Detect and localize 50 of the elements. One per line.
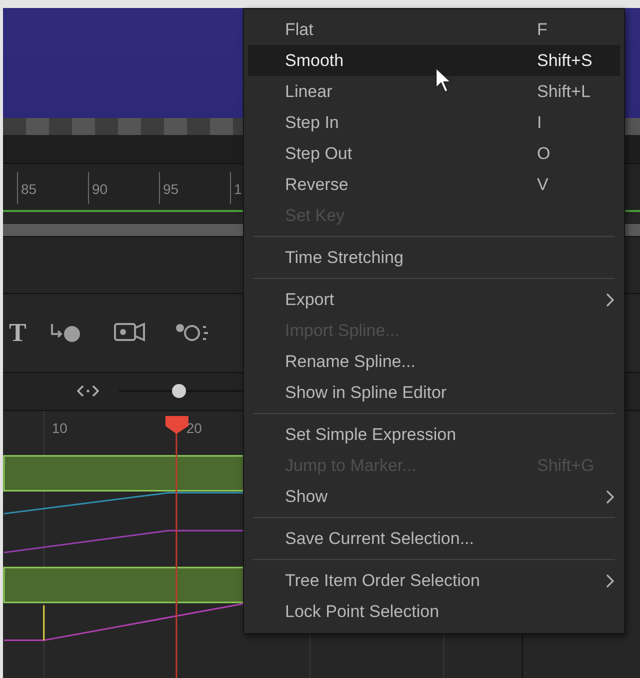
menu-item-label: Lock Point Selection — [285, 602, 440, 622]
menu-item-label: Export — [285, 290, 334, 310]
menu-item[interactable]: Flat F — [248, 14, 620, 45]
shortcut-label: O — [537, 144, 550, 164]
menu-item-label: Show in Spline Editor — [285, 382, 447, 402]
text-tool-icon[interactable]: T — [9, 318, 26, 348]
menu-item-label: Save Current Selection... — [285, 528, 474, 548]
chevron-right-icon — [606, 292, 614, 306]
shortcut-label: Shift+L — [537, 82, 590, 102]
menu-item-label: Show — [285, 486, 328, 506]
ruler-label: 85 — [21, 180, 37, 197]
menu-item[interactable]: Set Simple Expression — [248, 419, 620, 450]
menu-item[interactable]: Lock Point Selection — [248, 596, 620, 627]
menu-item[interactable]: Show in Spline Editor — [248, 377, 620, 408]
ruler-label: 95 — [163, 180, 179, 197]
shortcut-label: I — [537, 112, 542, 132]
pan-icon[interactable] — [77, 384, 99, 398]
menu-item[interactable]: Show — [248, 481, 620, 512]
menu-item-label: Linear — [285, 82, 332, 102]
menu-item-label: Step In — [285, 112, 339, 132]
menu-item[interactable]: Smooth Shift+S — [248, 45, 620, 76]
shortcut-label: F — [537, 20, 548, 40]
menu-item-label: Step Out — [285, 144, 352, 164]
slider-thumb[interactable] — [172, 384, 186, 398]
menu-item[interactable]: Reverse V — [248, 169, 620, 200]
menu-item-label: Time Stretching — [285, 248, 404, 268]
timeline-label: 20 — [186, 420, 202, 436]
ruler-label: 90 — [92, 180, 108, 197]
menu-item-label: Rename Spline... — [285, 352, 416, 372]
menu-item-label: Smooth — [285, 50, 344, 70]
menu-item-label: Reverse — [285, 174, 348, 194]
menu-item[interactable]: Step In I — [248, 107, 620, 138]
chevron-right-icon — [606, 490, 614, 504]
timeline-label: 10 — [52, 420, 68, 436]
menu-item-label: Tree Item Order Selection — [285, 570, 480, 590]
menu-item[interactable]: Rename Spline... — [248, 346, 620, 377]
chevron-right-icon — [606, 574, 614, 588]
menu-item[interactable]: Linear Shift+L — [248, 76, 620, 107]
menu-item-label: Set Simple Expression — [285, 424, 456, 444]
shortcut-label: Shift+S — [537, 50, 592, 70]
menu-item[interactable]: Tree Item Order Selection — [248, 565, 620, 596]
menu-item[interactable]: Save Current Selection... — [248, 523, 620, 554]
menu-item-label: Flat — [285, 20, 314, 40]
ruler-label: 1 — [234, 180, 242, 197]
menu-item[interactable]: Step Out O — [248, 138, 620, 169]
keyframe-marker — [43, 605, 45, 640]
menu-item[interactable]: Time Stretching — [248, 242, 620, 273]
menu-item[interactable]: Export — [248, 284, 620, 315]
shortcut-label: V — [537, 174, 548, 194]
playhead[interactable] — [165, 416, 188, 678]
